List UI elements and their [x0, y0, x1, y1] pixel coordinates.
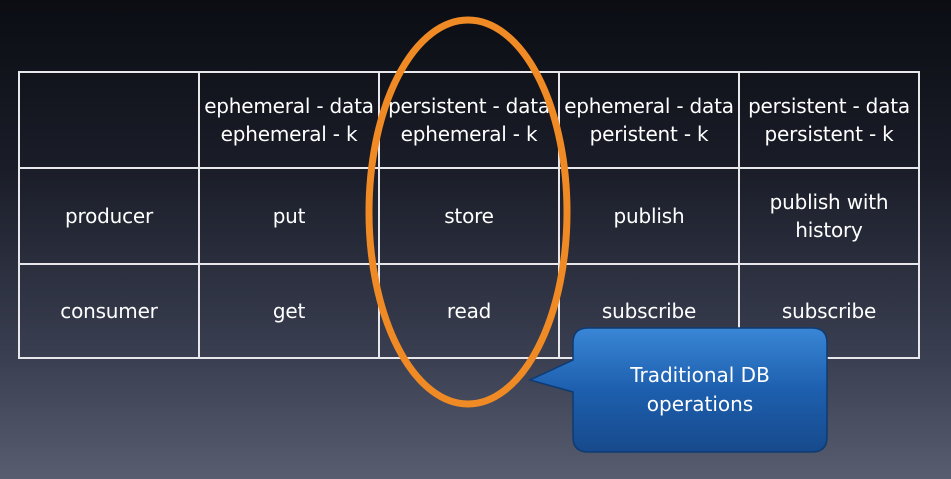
table-cell: get — [198, 263, 380, 359]
header-line: ephemeral - data — [204, 94, 374, 118]
header-line: persistent - data — [748, 94, 910, 118]
cell-text: get — [272, 299, 306, 323]
header-line: persistent - data — [388, 94, 550, 118]
table-cell: publish — [558, 167, 740, 265]
header-cell-persistent-data-ephemeral-k: persistent - data ephemeral - k — [378, 71, 560, 169]
cell-text: history — [795, 218, 863, 242]
table-cell: publish with history — [738, 167, 920, 265]
cell-text: subscribe — [781, 299, 877, 323]
header-line: ephemeral - k — [400, 122, 538, 146]
row-label-consumer: consumer — [18, 263, 200, 359]
slide: ephemeral - data ephemeral - k persisten… — [0, 0, 951, 479]
cell-text: read — [446, 299, 492, 323]
header-line: peristent - k — [589, 122, 709, 146]
table-header-row: ephemeral - data ephemeral - k persisten… — [18, 71, 920, 169]
table-row-producer: producer put store publish publish with … — [18, 167, 920, 265]
operations-table: ephemeral - data ephemeral - k persisten… — [18, 71, 920, 359]
table-cell: store — [378, 167, 560, 265]
table-cell: subscribe — [738, 263, 920, 359]
table-row-consumer: consumer get read subscribe subscribe — [18, 263, 920, 359]
header-line: ephemeral - k — [220, 122, 358, 146]
callout-line: Traditional DB — [630, 363, 770, 387]
cell-text: put — [272, 204, 306, 228]
cell-text: store — [444, 204, 494, 228]
cell-text: publish — [613, 204, 685, 228]
callout-line: operations — [646, 392, 754, 416]
cell-text: publish with — [769, 190, 889, 214]
header-line: persistent - k — [764, 122, 894, 146]
row-label-producer: producer — [18, 167, 200, 265]
header-cell-empty — [18, 71, 200, 169]
cell-text: subscribe — [601, 299, 697, 323]
table-cell: read — [378, 263, 560, 359]
header-cell-ephemeral-data-ephemeral-k: ephemeral - data ephemeral - k — [198, 71, 380, 169]
header-cell-ephemeral-data-persistent-k: ephemeral - data peristent - k — [558, 71, 740, 169]
header-line: ephemeral - data — [564, 94, 734, 118]
table-cell: put — [198, 167, 380, 265]
header-cell-persistent-data-persistent-k: persistent - data persistent - k — [738, 71, 920, 169]
table-cell: subscribe — [558, 263, 740, 359]
callout-text: Traditional DB operations — [574, 361, 826, 419]
